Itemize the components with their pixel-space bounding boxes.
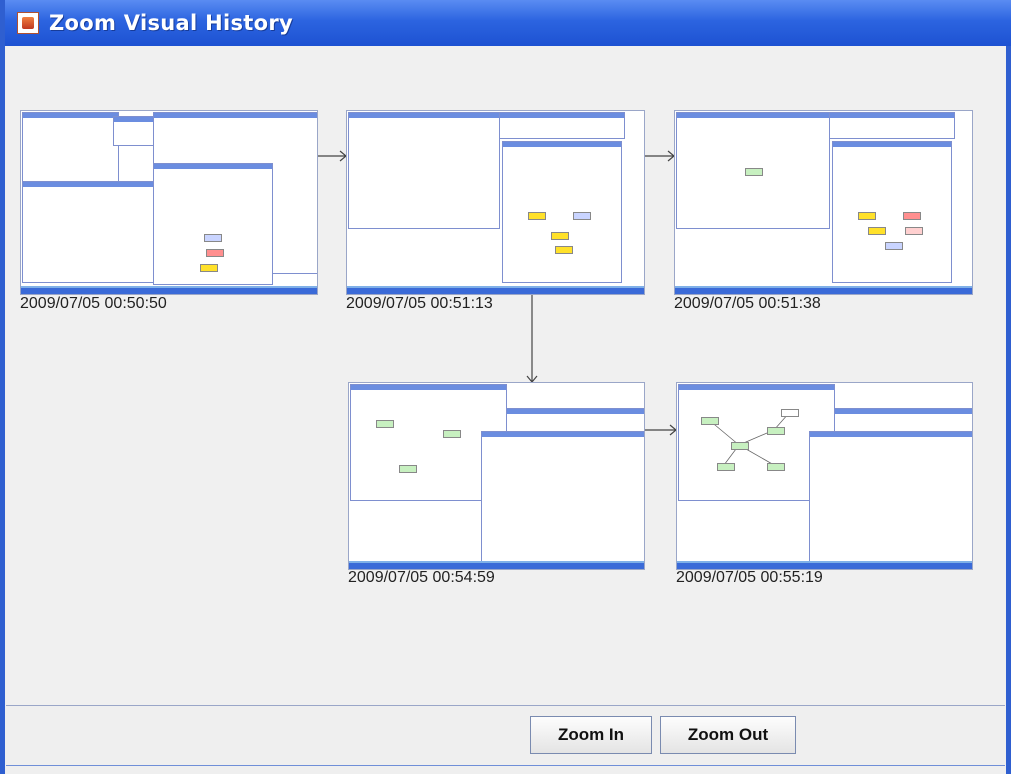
bottom-border xyxy=(6,765,1005,766)
history-thumbnail[interactable] xyxy=(346,110,645,295)
history-thumbnail[interactable] xyxy=(676,382,973,570)
thumbnail-timestamp: 2009/07/05 00:50:50 xyxy=(20,295,167,312)
history-thumbnail[interactable] xyxy=(20,110,318,295)
thumbnail-timestamp: 2009/07/05 00:51:38 xyxy=(674,295,821,312)
zoom-out-button[interactable]: Zoom Out xyxy=(660,716,796,754)
history-thumbnail[interactable] xyxy=(674,110,973,295)
thumbnail-timestamp: 2009/07/05 00:54:59 xyxy=(348,569,495,586)
thumbnail-timestamp: 2009/07/05 00:51:13 xyxy=(346,295,493,312)
history-thumbnail[interactable] xyxy=(348,382,645,570)
footer-divider xyxy=(6,705,1005,706)
zoom-in-button[interactable]: Zoom In xyxy=(530,716,652,754)
thumbnail-timestamp: 2009/07/05 00:55:19 xyxy=(676,569,823,586)
